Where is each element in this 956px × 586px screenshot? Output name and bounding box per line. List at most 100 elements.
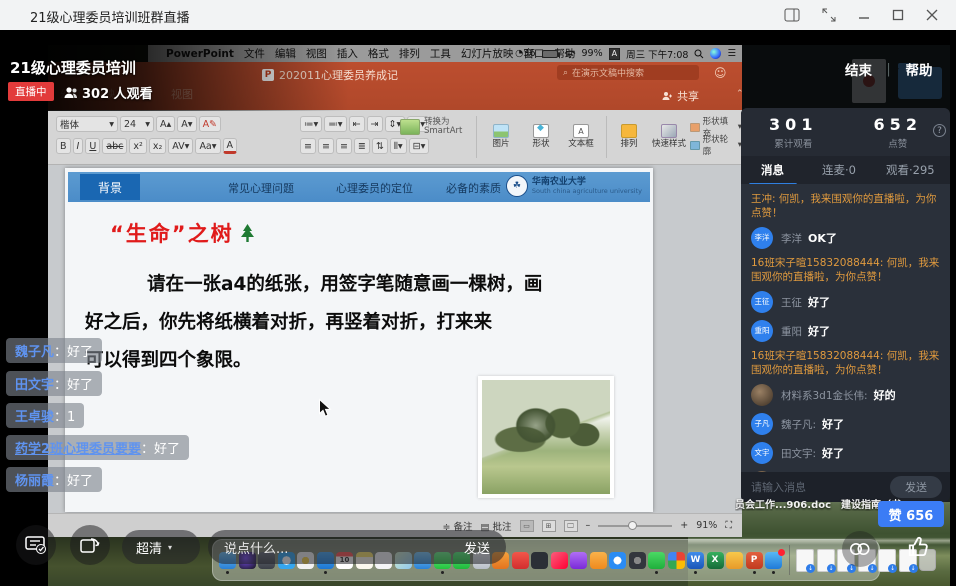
- font-color-button[interactable]: A: [223, 138, 238, 154]
- char-spacing-button[interactable]: AV▾: [168, 138, 193, 154]
- dock-icon-books[interactable]: [590, 552, 607, 569]
- bold-button[interactable]: B: [56, 138, 71, 154]
- insert-picture-button[interactable]: 图片: [482, 114, 520, 158]
- align-right-button[interactable]: ≡: [336, 138, 352, 154]
- dock-icon-archive[interactable]: [726, 552, 743, 569]
- superscript-button[interactable]: x²: [129, 138, 146, 154]
- arrange-button[interactable]: 排列: [610, 114, 648, 158]
- comment-input[interactable]: 说点什么...: [224, 538, 288, 557]
- menubar-clock[interactable]: 周三 下午7:08: [626, 47, 688, 61]
- text-direction-button[interactable]: ⇅: [372, 138, 388, 154]
- siri-icon[interactable]: [710, 48, 721, 59]
- input-language-icon[interactable]: A: [609, 48, 620, 60]
- feedback-smiley-icon[interactable]: ☺: [714, 66, 727, 80]
- indent-button[interactable]: ⇥: [367, 116, 383, 132]
- chat-input[interactable]: 请输入消息: [751, 479, 890, 495]
- bullet-list-button[interactable]: ≔▾: [300, 116, 322, 132]
- dock-document-2[interactable]: [817, 549, 835, 572]
- font-size-select[interactable]: 24▾: [120, 116, 154, 132]
- dock-icon-music[interactable]: [551, 552, 568, 569]
- zoom-slider[interactable]: [598, 525, 672, 527]
- justify-button[interactable]: ≣: [354, 138, 370, 154]
- share-link-button[interactable]: [842, 531, 878, 567]
- dock-icon-numbers[interactable]: [512, 552, 529, 569]
- dock-icon-podcasts[interactable]: [570, 552, 587, 569]
- quick-styles-button[interactable]: 快速样式: [650, 114, 688, 158]
- shape-fill-button[interactable]: 形状填充 ▾: [690, 120, 742, 134]
- dock-icon-wechat[interactable]: [648, 552, 665, 569]
- help-button[interactable]: 帮助: [906, 59, 933, 79]
- slide-nav-item[interactable]: 必备的素质: [446, 180, 501, 196]
- font-name-select[interactable]: 楷体▾: [56, 116, 118, 132]
- shape-fill-icon: [690, 123, 700, 132]
- rotate-screen-button[interactable]: [70, 525, 110, 565]
- ppt-search-input[interactable]: ⌕ 在演示文稿中搜索: [557, 65, 699, 80]
- slide-nav-item-active[interactable]: 背景: [80, 174, 140, 200]
- ppt-share-button[interactable]: 共享: [662, 88, 699, 104]
- maximize-icon[interactable]: [892, 9, 904, 21]
- align-left-button[interactable]: ≡: [300, 138, 316, 154]
- tab-connect-mic[interactable]: 连麦·0: [822, 162, 856, 178]
- underline-button[interactable]: U: [85, 138, 100, 154]
- outdent-button[interactable]: ⇤: [349, 116, 365, 132]
- like-count-badge[interactable]: 赞 656: [878, 501, 944, 527]
- panel-icon[interactable]: [784, 8, 800, 22]
- fit-window-button[interactable]: ⛶: [725, 520, 732, 531]
- dock-icon-stocks[interactable]: [531, 552, 548, 569]
- notification-center-icon[interactable]: ☰: [727, 48, 736, 59]
- dock-icon-word[interactable]: W: [687, 552, 704, 569]
- slide-body-text: 请在一张a4的纸张，用签字笔随意画一棵树，画 好之后，你先将纸横着对折，再竖着对…: [85, 266, 641, 380]
- chat-send-button[interactable]: 发送: [890, 476, 942, 498]
- comment-input-pill[interactable]: 说点什么... 发送: [208, 530, 506, 564]
- subscript-button[interactable]: x₂: [149, 138, 166, 154]
- dock-icon-settings[interactable]: [629, 552, 646, 569]
- zoom-in-button[interactable]: +: [680, 520, 688, 531]
- dock-document-5[interactable]: [878, 549, 896, 572]
- like-button[interactable]: [901, 529, 937, 565]
- dock-icon-tencent-classroom[interactable]: [765, 552, 782, 569]
- strikethrough-button[interactable]: abc: [102, 138, 127, 154]
- comment-send-button[interactable]: 发送: [464, 538, 490, 557]
- zoom-slider-knob[interactable]: [628, 521, 637, 530]
- danmaku-toggle-button[interactable]: [16, 525, 56, 565]
- dock-icon-excel[interactable]: X: [707, 552, 724, 569]
- dock-icon-appstore[interactable]: [609, 552, 626, 569]
- align-text-button[interactable]: ⫴▾: [390, 138, 407, 154]
- zoom-out-button[interactable]: –: [586, 520, 591, 531]
- text-box-align-button[interactable]: ⊟▾: [409, 138, 430, 154]
- end-stream-button[interactable]: 结束: [845, 59, 872, 79]
- shape-outline-button[interactable]: 形状轮廓 ▾: [690, 138, 742, 152]
- grow-font-button[interactable]: A▴: [156, 116, 175, 132]
- dock-icon-powerpoint[interactable]: P: [746, 552, 763, 569]
- italic-button[interactable]: I: [73, 138, 84, 154]
- tab-messages[interactable]: 消息: [761, 162, 784, 178]
- spotlight-search-icon[interactable]: [694, 49, 704, 59]
- convert-smartart-button[interactable]: 转换为SmartArt: [400, 118, 462, 136]
- dock-document-1[interactable]: [796, 549, 814, 572]
- close-icon[interactable]: [926, 9, 938, 21]
- tab-watching[interactable]: 观看·295: [886, 162, 935, 178]
- wifi-icon[interactable]: [564, 49, 576, 59]
- chat-message-list[interactable]: 王冲: 何凯，我来围观你的直播啦，为你点赞！ 李洋李洋OK了 16班宋子暄158…: [741, 184, 950, 472]
- quality-selector[interactable]: 超清▾: [122, 530, 200, 564]
- slide-nav-item[interactable]: 常见心理问题: [228, 180, 294, 196]
- insert-textbox-button[interactable]: A文本框: [562, 114, 600, 158]
- total-views-value: 301: [741, 115, 846, 134]
- shrink-font-button[interactable]: A▾: [177, 116, 196, 132]
- slide-sorter-button[interactable]: ⊞: [542, 520, 556, 532]
- normal-view-button[interactable]: ▭: [520, 520, 534, 532]
- clear-format-button[interactable]: A✎: [199, 116, 221, 132]
- university-name-cn: 华南农业大学: [532, 177, 642, 187]
- stats-help-icon[interactable]: ?: [933, 124, 946, 137]
- change-case-button[interactable]: Aa▾: [195, 138, 220, 154]
- slide-nav-item[interactable]: 心理委员的定位: [336, 180, 413, 196]
- number-list-button[interactable]: ≕▾: [324, 116, 346, 132]
- fullscreen-icon[interactable]: [822, 8, 836, 22]
- slide-canvas[interactable]: 背景 常见心理问题 心理委员的定位 必备的素质 ☘ 华南农业大学 South c…: [65, 168, 653, 512]
- dock-icon-chrome[interactable]: [668, 552, 685, 569]
- insert-shape-button[interactable]: 形状: [522, 114, 560, 158]
- align-center-button[interactable]: ≡: [318, 138, 334, 154]
- zoom-level[interactable]: 91%: [696, 520, 717, 531]
- minimize-icon[interactable]: [858, 9, 870, 21]
- presenter-view-button[interactable]: 🖵: [564, 520, 578, 532]
